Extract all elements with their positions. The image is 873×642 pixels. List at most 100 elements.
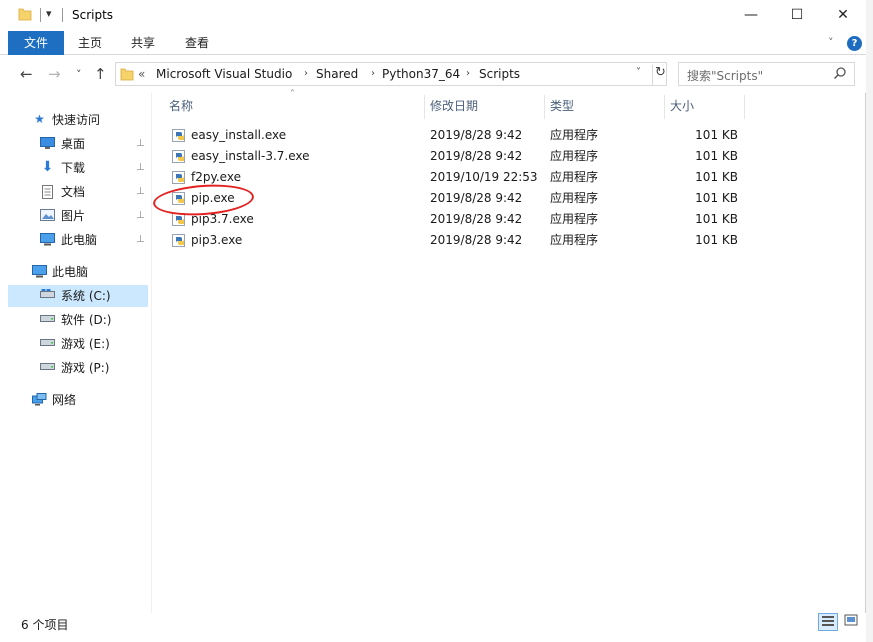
tab-file[interactable]: 文件 (8, 31, 64, 55)
recent-locations-button[interactable]: ˅ (76, 68, 82, 81)
nav-item-label: 桌面 (61, 137, 86, 151)
breadcrumb-separator-icon[interactable]: › (304, 68, 308, 79)
tab-view[interactable]: 查看 (176, 31, 218, 55)
quick-access-dropdown-icon[interactable]: ▾ (46, 7, 52, 20)
details-view-icon[interactable] (818, 613, 838, 631)
column-header-modified[interactable]: 修改日期 (430, 93, 478, 119)
search-input[interactable]: 搜索"Scripts" (687, 67, 763, 84)
nav-item-label: 图片 (61, 209, 86, 223)
nav-item-drive-d[interactable]: 软件 (D:) (8, 309, 148, 331)
folder-icon (120, 68, 134, 81)
tab-share[interactable]: 共享 (122, 31, 164, 55)
file-type: 应用程序 (550, 233, 599, 247)
pin-icon[interactable]: ⊥ (136, 205, 145, 227)
ribbon-expand-icon[interactable]: ˅ (828, 36, 834, 49)
column-divider[interactable] (664, 95, 665, 119)
breadcrumb-separator-icon[interactable]: › (466, 68, 470, 79)
column-divider[interactable] (544, 95, 545, 119)
close-button[interactable]: ✕ (820, 0, 866, 31)
file-type: 应用程序 (550, 128, 599, 142)
breadcrumb-item[interactable]: Shared (316, 67, 358, 81)
column-header-size[interactable]: 大小 (670, 93, 694, 119)
nav-item-documents[interactable]: 文档 ⊥ (8, 181, 148, 203)
breadcrumb-separator-icon[interactable]: › (371, 68, 375, 79)
picture-icon (40, 209, 55, 222)
minimize-button[interactable]: — (728, 0, 774, 31)
table-row[interactable]: pip3.7.exe 2019/8/28 9:42 应用程序 101 KB (168, 209, 748, 230)
file-size: 101 KB (695, 128, 738, 142)
breadcrumb-item[interactable]: Python37_64 (382, 67, 460, 81)
file-type: 应用程序 (550, 149, 599, 163)
file-list: ˄ 名称 修改日期 类型 大小 easy_install.exe 2019/8/2… (151, 89, 865, 613)
file-size: 101 KB (695, 212, 738, 226)
python-exe-icon (172, 150, 185, 163)
table-row[interactable]: easy_install-3.7.exe 2019/8/28 9:42 应用程序 10… (168, 146, 748, 167)
nav-item-quick-access[interactable]: ★ 快速访问 (8, 109, 148, 131)
folder-icon (18, 8, 32, 21)
breadcrumb-overflow[interactable]: « (138, 67, 145, 81)
python-exe-icon (172, 129, 185, 142)
nav-item-label: 系统 (C:) (61, 289, 111, 303)
table-row[interactable]: f2py.exe 2019/10/19 22:53 应用程序 101 KB (168, 167, 748, 188)
explorer-window: ▾ Scripts — ☐ ✕ 文件 主页 共享 查看 ˅ ? ← → ˅ ↑ … (0, 0, 866, 642)
drive-icon (40, 313, 55, 326)
pin-icon[interactable]: ⊥ (136, 157, 145, 179)
table-row[interactable]: easy_install.exe 2019/8/28 9:42 应用程序 101 KB (168, 125, 748, 146)
tab-home[interactable]: 主页 (70, 31, 110, 55)
file-modified: 2019/8/28 9:42 (430, 191, 523, 205)
file-modified: 2019/8/28 9:42 (430, 233, 523, 247)
nav-item-drive-c[interactable]: 系统 (C:) (8, 285, 148, 307)
search-icon[interactable] (833, 66, 847, 80)
address-bar[interactable]: « Microsoft Visual Studio › Shared › Pyt… (115, 62, 667, 86)
python-exe-icon (172, 234, 185, 247)
nav-item-desktop[interactable]: 桌面 ⊥ (8, 133, 148, 155)
file-type: 应用程序 (550, 191, 599, 205)
nav-item-this-pc[interactable]: 此电脑 (8, 261, 148, 283)
column-divider[interactable] (424, 95, 425, 119)
background-window (866, 0, 873, 642)
file-name: pip3.exe (191, 233, 243, 247)
pin-icon[interactable]: ⊥ (136, 229, 145, 251)
help-icon[interactable]: ? (847, 36, 862, 51)
search-box[interactable]: 搜索"Scripts" (678, 62, 855, 86)
navigation-pane: ★ 快速访问 桌面 ⊥ ⬇ 下载 ⊥ 文档 ⊥ 图片 ⊥ 此电脑 ⊥ 此电脑 系… (0, 93, 150, 613)
download-icon: ⬇ (41, 159, 54, 175)
forward-button[interactable]: → (48, 65, 61, 83)
address-row: ← → ˅ ↑ « Microsoft Visual Studio › Shar… (0, 55, 866, 93)
large-icons-view-icon[interactable] (841, 613, 861, 631)
address-dropdown-icon[interactable]: ˅ (636, 67, 641, 78)
pin-icon[interactable]: ⊥ (136, 181, 145, 203)
column-header-type[interactable]: 类型 (550, 93, 574, 119)
nav-item-label: 此电脑 (52, 265, 89, 279)
network-icon (32, 393, 47, 406)
nav-item-this-pc-pinned[interactable]: 此电脑 ⊥ (8, 229, 148, 251)
back-button[interactable]: ← (20, 65, 33, 83)
nav-item-pictures[interactable]: 图片 ⊥ (8, 205, 148, 227)
table-row[interactable]: pip3.exe 2019/8/28 9:42 应用程序 101 KB (168, 230, 748, 251)
drive-icon (40, 289, 55, 302)
maximize-button[interactable]: ☐ (774, 0, 820, 31)
column-divider[interactable] (744, 95, 745, 119)
breadcrumb-item[interactable]: Microsoft Visual Studio (156, 67, 292, 81)
file-modified: 2019/10/19 22:53 (430, 170, 538, 184)
file-name: easy_install.exe (191, 128, 287, 142)
drive-icon (40, 337, 55, 350)
item-count: 6 个项目 (21, 618, 69, 632)
file-name: easy_install-3.7.exe (191, 149, 310, 163)
breadcrumb-item[interactable]: Scripts (479, 67, 520, 81)
pin-icon[interactable]: ⊥ (136, 133, 145, 155)
file-size: 101 KB (695, 170, 738, 184)
nav-item-label: 软件 (D:) (61, 313, 112, 327)
table-row[interactable]: pip.exe 2019/8/28 9:42 应用程序 101 KB (168, 188, 748, 209)
column-header-name[interactable]: 名称 (169, 93, 193, 119)
up-button[interactable]: ↑ (94, 65, 107, 83)
file-modified: 2019/8/28 9:42 (430, 149, 523, 163)
nav-item-drive-e[interactable]: 游戏 (E:) (8, 333, 148, 355)
nav-item-downloads[interactable]: ⬇ 下载 ⊥ (8, 157, 148, 179)
nav-item-drive-p[interactable]: 游戏 (P:) (8, 357, 148, 379)
refresh-icon[interactable]: ↻ (652, 65, 668, 85)
computer-icon (32, 265, 47, 278)
nav-item-network[interactable]: 网络 (8, 389, 148, 411)
file-size: 101 KB (695, 233, 738, 247)
file-type: 应用程序 (550, 212, 599, 226)
